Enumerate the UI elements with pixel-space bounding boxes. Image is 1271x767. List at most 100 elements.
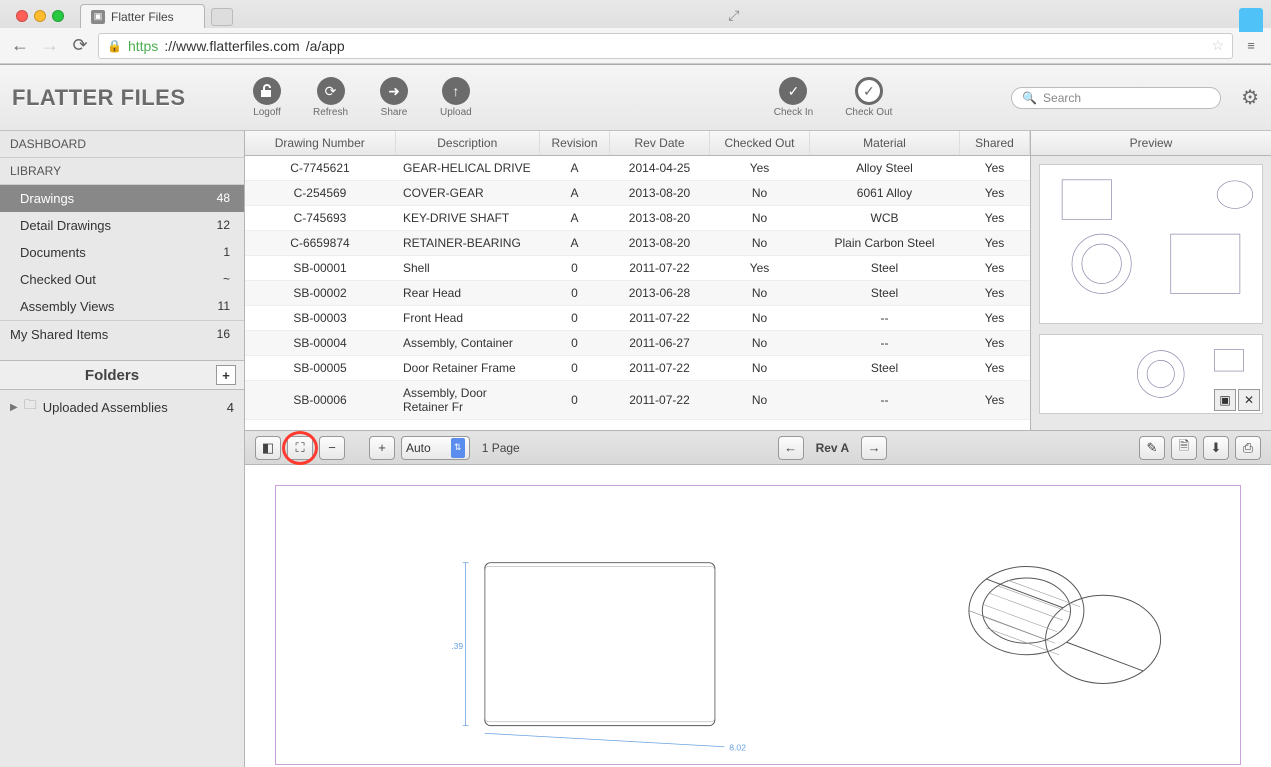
- download-button[interactable]: ⬇: [1203, 436, 1229, 460]
- expand-icon[interactable]: ⤢: [724, 3, 743, 28]
- library-heading[interactable]: LIBRARY: [0, 158, 244, 185]
- bookmark-star-icon[interactable]: ☆: [1211, 37, 1224, 54]
- table-row[interactable]: SB-00001Shell02011-07-22YesSteelYes: [245, 256, 1030, 281]
- column-header[interactable]: Description: [395, 131, 540, 156]
- preview-thumbnail[interactable]: ▣ ✕: [1039, 334, 1263, 414]
- address-bar[interactable]: 🔒 https://www.flatterfiles.com/a/app ☆: [98, 33, 1233, 59]
- new-tab-button[interactable]: [211, 8, 233, 26]
- table-cell: Yes: [960, 181, 1030, 206]
- sidebar-item[interactable]: Detail Drawings12: [0, 212, 244, 239]
- page-info: 1 Page: [476, 441, 526, 455]
- copy-button[interactable]: 🗎: [1171, 436, 1197, 460]
- table-row[interactable]: SB-00003Front Head02011-07-22No--Yes: [245, 306, 1030, 331]
- table-cell: No: [710, 306, 810, 331]
- preview-thumbnail[interactable]: [1039, 164, 1263, 324]
- close-window-button[interactable]: [16, 10, 28, 22]
- table-cell: No: [710, 181, 810, 206]
- table-row[interactable]: C-745693KEY-DRIVE SHAFTA2013-08-20NoWCBY…: [245, 206, 1030, 231]
- column-header[interactable]: Rev Date: [610, 131, 710, 156]
- sidebar-item[interactable]: Checked Out~: [0, 266, 244, 293]
- table-cell: SB-00001: [245, 256, 395, 281]
- share-button[interactable]: ➜ Share: [364, 77, 424, 118]
- table-cell: C-254569: [245, 181, 395, 206]
- table-cell: Yes: [960, 381, 1030, 420]
- table-cell: 2014-04-25: [610, 156, 710, 181]
- table-cell: Steel: [810, 356, 960, 381]
- minimize-window-button[interactable]: [34, 10, 46, 22]
- sidebar-item-count: 16: [217, 327, 230, 342]
- dashboard-heading[interactable]: DASHBOARD: [0, 131, 244, 158]
- folder-label: Uploaded Assemblies: [43, 400, 168, 415]
- checkin-button[interactable]: ✓ Check In: [758, 77, 829, 118]
- sidebar-item[interactable]: Documents1: [0, 239, 244, 266]
- search-input[interactable]: 🔍 Search: [1011, 87, 1221, 109]
- table-row[interactable]: SB-00004Assembly, Container02011-06-27No…: [245, 331, 1030, 356]
- thumb-expand-button[interactable]: ▣: [1214, 389, 1236, 411]
- drawing-viewer[interactable]: .39 8.02: [245, 465, 1271, 767]
- zoom-out-button[interactable]: −: [319, 436, 345, 460]
- table-cell: 0: [540, 256, 610, 281]
- print-button[interactable]: ⎙: [1235, 436, 1261, 460]
- table-cell: Steel: [810, 256, 960, 281]
- settings-button[interactable]: ⚙: [1241, 85, 1259, 110]
- table-cell: C-6659874: [245, 231, 395, 256]
- table-cell: 0: [540, 381, 610, 420]
- folders-heading: Folders +: [0, 360, 244, 390]
- maximize-window-button[interactable]: [52, 10, 64, 22]
- forward-button[interactable]: →: [38, 34, 62, 58]
- column-header[interactable]: Shared: [960, 131, 1030, 156]
- next-rev-button[interactable]: →: [861, 436, 887, 460]
- reload-button[interactable]: ⟳: [68, 34, 92, 58]
- upload-button[interactable]: ↑ Upload: [424, 77, 488, 118]
- column-header[interactable]: Drawing Number: [245, 131, 395, 156]
- edit-button[interactable]: ✎: [1139, 436, 1165, 460]
- thumb-close-button[interactable]: ✕: [1238, 389, 1260, 411]
- sidebar-item-count: 12: [217, 218, 230, 233]
- table-row[interactable]: C-6659874RETAINER-BEARINGA2013-08-20NoPl…: [245, 231, 1030, 256]
- table-cell: 0: [540, 306, 610, 331]
- fullscreen-button[interactable]: ⛶: [287, 436, 313, 460]
- column-header[interactable]: Revision: [540, 131, 610, 156]
- table-cell: 0: [540, 331, 610, 356]
- toggle-sidebar-button[interactable]: ◧: [255, 436, 281, 460]
- browser-tab[interactable]: ▣ Flatter Files: [80, 4, 205, 28]
- sidebar-item-label: Drawings: [20, 191, 74, 206]
- column-header[interactable]: Material: [810, 131, 960, 156]
- refresh-button[interactable]: ⟳ Refresh: [297, 77, 364, 118]
- table-row[interactable]: C-7745621GEAR-HELICAL DRIVEA2014-04-25Ye…: [245, 156, 1030, 181]
- prev-rev-button[interactable]: ←: [778, 436, 804, 460]
- drawing-page: .39 8.02: [275, 485, 1241, 765]
- check-icon: ✓: [779, 77, 807, 105]
- lock-icon: 🔒: [107, 39, 122, 53]
- search-icon: 🔍: [1022, 91, 1037, 105]
- dimension-text: 8.02: [729, 743, 746, 753]
- arrow-up-icon: ↑: [442, 77, 470, 105]
- profile-avatar[interactable]: [1239, 8, 1263, 32]
- chevron-right-icon: ▶: [10, 402, 18, 413]
- sidebar-item[interactable]: Drawings48: [0, 185, 244, 212]
- table-row[interactable]: SB-00006Assembly, Door Retainer Fr02011-…: [245, 381, 1030, 420]
- sidebar-shared-items[interactable]: My Shared Items 16: [0, 320, 244, 348]
- sidebar-item-label: My Shared Items: [10, 327, 108, 342]
- revision-label: Rev A: [810, 441, 856, 455]
- table-cell: C-745693: [245, 206, 395, 231]
- sidebar-item-label: Assembly Views: [20, 299, 114, 314]
- sidebar-item-label: Checked Out: [20, 272, 96, 287]
- logoff-button[interactable]: Logoff: [237, 77, 297, 118]
- checkout-button[interactable]: ✓ Check Out: [829, 77, 908, 118]
- arrow-right-icon: ➜: [380, 77, 408, 105]
- column-header[interactable]: Checked Out: [710, 131, 810, 156]
- sidebar: DASHBOARD LIBRARY Drawings48Detail Drawi…: [0, 131, 245, 767]
- folder-item[interactable]: ▶ 🗀 Uploaded Assemblies 4: [0, 390, 244, 424]
- add-folder-button[interactable]: +: [216, 365, 236, 385]
- browser-menu-button[interactable]: ≡: [1239, 34, 1263, 58]
- app-title: FLATTER FILES: [12, 85, 237, 111]
- table-row[interactable]: SB-00005Door Retainer Frame02011-07-22No…: [245, 356, 1030, 381]
- zoom-in-button[interactable]: +: [369, 436, 395, 460]
- sidebar-item-label: Documents: [20, 245, 86, 260]
- back-button[interactable]: ←: [8, 34, 32, 58]
- table-row[interactable]: C-254569COVER-GEARA2013-08-20No6061 Allo…: [245, 181, 1030, 206]
- sidebar-item[interactable]: Assembly Views11: [0, 293, 244, 320]
- zoom-select[interactable]: Auto ⇅: [401, 436, 470, 460]
- table-row[interactable]: SB-00002Rear Head02013-06-28NoSteelYes: [245, 281, 1030, 306]
